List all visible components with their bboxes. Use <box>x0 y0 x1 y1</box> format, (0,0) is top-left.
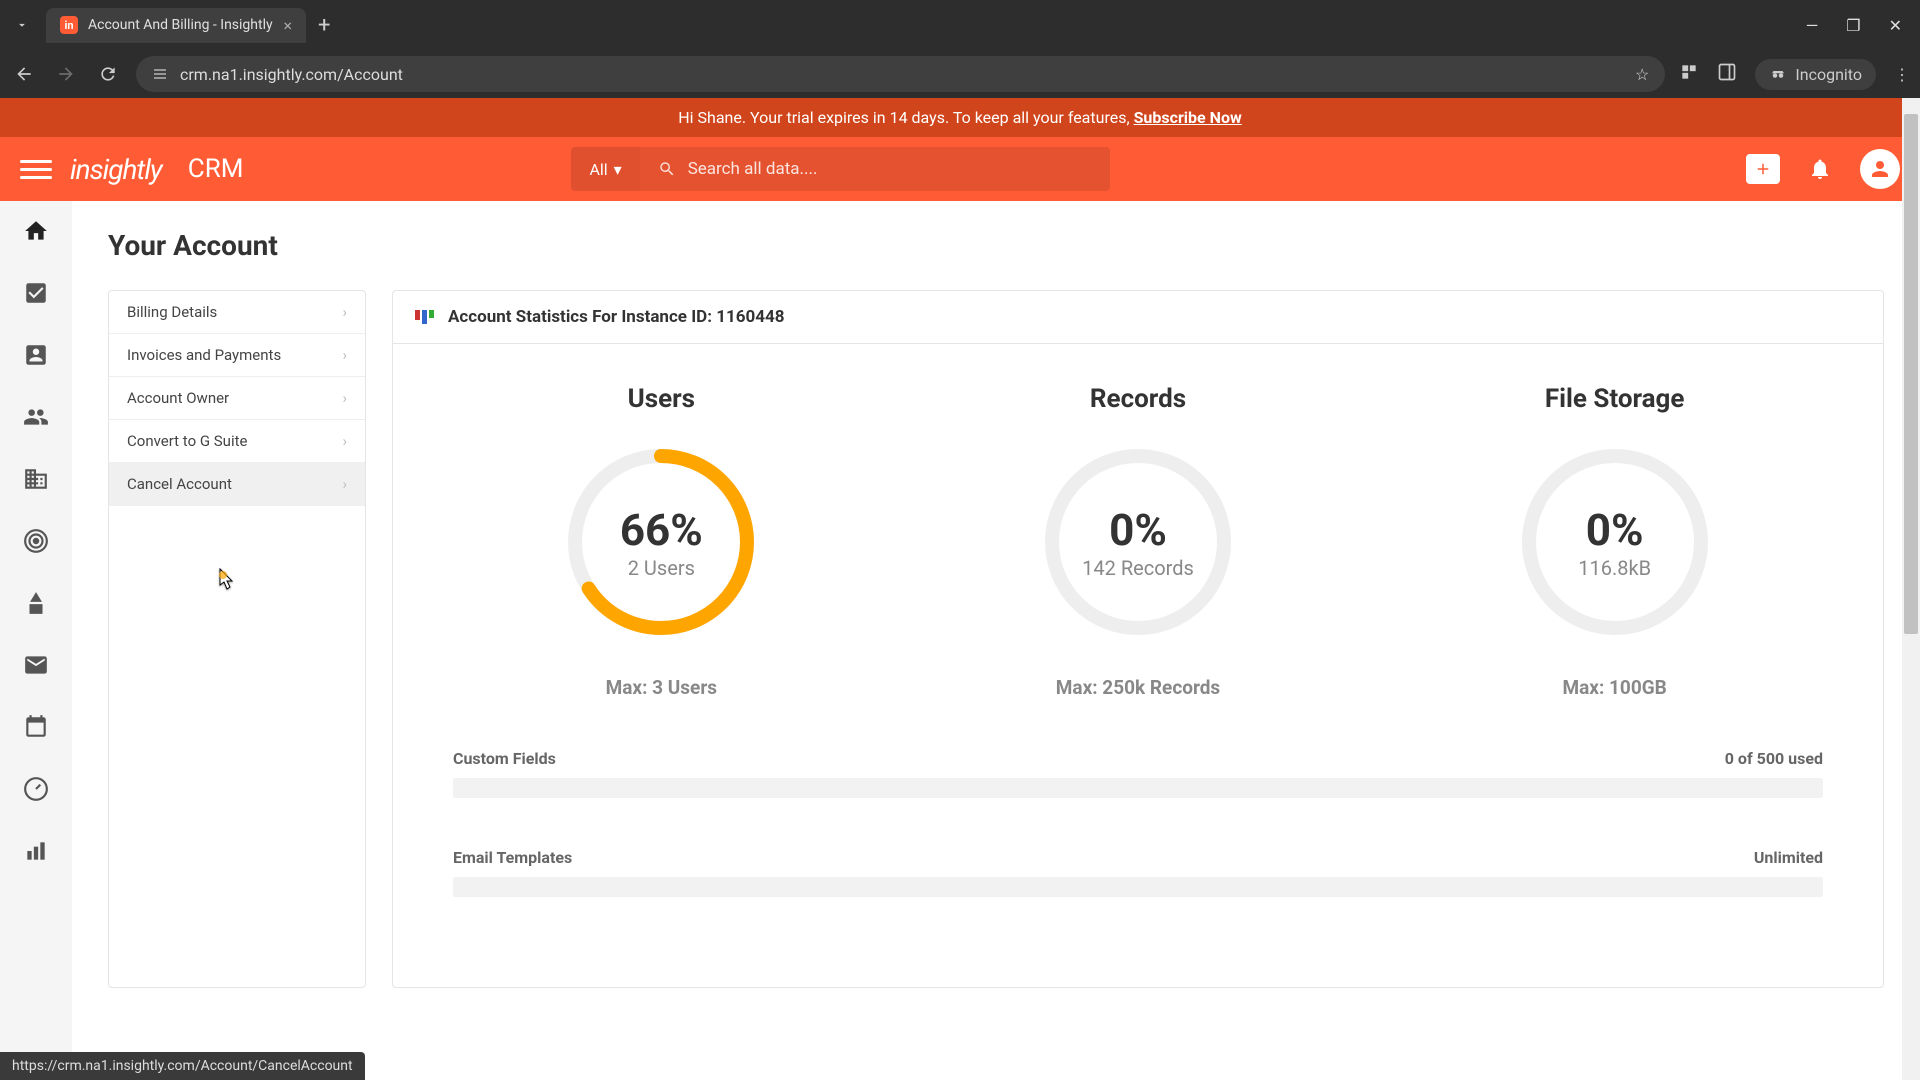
maximize-icon[interactable]: ❐ <box>1846 16 1860 35</box>
nav-orgs-icon[interactable] <box>20 463 52 495</box>
stat-users: Users 66%2 Users Max: 3 Users <box>561 384 761 699</box>
favicon: in <box>60 16 78 34</box>
search-placeholder: Search all data.... <box>688 159 818 179</box>
browser-toolbar: crm.na1.insightly.com/Account ☆ Incognit… <box>0 50 1920 98</box>
stat-storage: File Storage 0%116.8kB Max: 100GB <box>1515 384 1715 699</box>
minimize-icon[interactable]: — <box>1806 16 1819 35</box>
hamburger-icon[interactable] <box>20 160 52 179</box>
sidebar-item-billing-details[interactable]: Billing Details› <box>109 291 365 334</box>
chevron-down-icon: ▾ <box>614 160 622 179</box>
add-button[interactable] <box>1746 154 1780 184</box>
chevron-right-icon: › <box>342 432 347 450</box>
browser-tab[interactable]: in Account And Billing - Insightly × <box>46 8 306 43</box>
reload-button[interactable] <box>94 60 122 88</box>
scrollbar[interactable] <box>1902 98 1920 1080</box>
notifications-icon[interactable] <box>1802 151 1838 187</box>
chart-icon <box>415 310 436 324</box>
search-icon <box>658 160 676 178</box>
subscribe-link[interactable]: Subscribe Now <box>1134 108 1242 127</box>
nav-dashboard-icon[interactable] <box>20 773 52 805</box>
search-input[interactable]: Search all data.... <box>640 147 1110 191</box>
sidebar-item-cancel-account[interactable]: Cancel Account› <box>109 463 365 506</box>
banner-text: Hi Shane. Your trial expires in 14 days.… <box>678 108 1133 127</box>
url-field[interactable]: crm.na1.insightly.com/Account ☆ <box>136 56 1665 92</box>
nav-calendar-icon[interactable] <box>20 711 52 743</box>
new-tab-button[interactable]: + <box>306 13 342 38</box>
forward-button[interactable] <box>52 60 80 88</box>
search-filter[interactable]: All ▾ <box>571 147 639 191</box>
chevron-right-icon: › <box>342 346 347 364</box>
bar-email-templates: Email TemplatesUnlimited <box>453 848 1823 897</box>
nav-email-icon[interactable] <box>20 649 52 681</box>
nav-contacts-icon[interactable] <box>20 339 52 371</box>
extensions-icon[interactable] <box>1679 62 1699 86</box>
url-text: crm.na1.insightly.com/Account <box>180 65 403 84</box>
chevron-right-icon: › <box>342 389 347 407</box>
app-label: CRM <box>188 154 244 184</box>
account-sidebar: Billing Details› Invoices and Payments› … <box>108 290 366 988</box>
nav-people-icon[interactable] <box>20 401 52 433</box>
tab-search-button[interactable] <box>8 11 36 39</box>
chevron-right-icon: › <box>342 303 347 321</box>
panel-title: Account Statistics For Instance ID: 1160… <box>448 307 785 327</box>
nav-tasks-icon[interactable] <box>20 277 52 309</box>
status-bar: https://crm.na1.insightly.com/Account/Ca… <box>0 1052 365 1080</box>
panel-icon[interactable] <box>1717 62 1737 86</box>
trial-banner: Hi Shane. Your trial expires in 14 days.… <box>0 98 1920 137</box>
left-nav <box>0 201 72 1079</box>
incognito-badge[interactable]: Incognito <box>1755 59 1876 90</box>
tab-title: Account And Billing - Insightly <box>88 17 273 33</box>
nav-reports-icon[interactable] <box>20 835 52 867</box>
close-window-icon[interactable]: ✕ <box>1889 16 1902 35</box>
nav-home-icon[interactable] <box>20 215 52 247</box>
site-settings-icon[interactable] <box>152 66 168 82</box>
page-title: Your Account <box>108 229 1884 262</box>
nav-target-icon[interactable] <box>20 525 52 557</box>
sidebar-item-account-owner[interactable]: Account Owner› <box>109 377 365 420</box>
close-tab-icon[interactable]: × <box>283 16 292 35</box>
stats-panel: Account Statistics For Instance ID: 1160… <box>392 290 1884 988</box>
bar-custom-fields: Custom Fields0 of 500 used <box>453 749 1823 798</box>
incognito-icon <box>1769 65 1787 83</box>
nav-projects-icon[interactable] <box>20 587 52 619</box>
sidebar-item-convert-gsuite[interactable]: Convert to G Suite› <box>109 420 365 463</box>
sidebar-item-invoices[interactable]: Invoices and Payments› <box>109 334 365 377</box>
logo[interactable]: insightly <box>70 153 162 186</box>
chevron-right-icon: › <box>342 475 347 493</box>
bookmark-icon[interactable]: ☆ <box>1635 65 1649 84</box>
app-header: insightly CRM All ▾ Search all data.... <box>0 137 1920 201</box>
browser-tab-bar: in Account And Billing - Insightly × + —… <box>0 0 1920 50</box>
back-button[interactable] <box>10 60 38 88</box>
avatar[interactable] <box>1860 149 1900 189</box>
menu-icon[interactable]: ⋮ <box>1894 65 1910 84</box>
stat-records: Records 0%142 Records Max: 250k Records <box>1038 384 1238 699</box>
